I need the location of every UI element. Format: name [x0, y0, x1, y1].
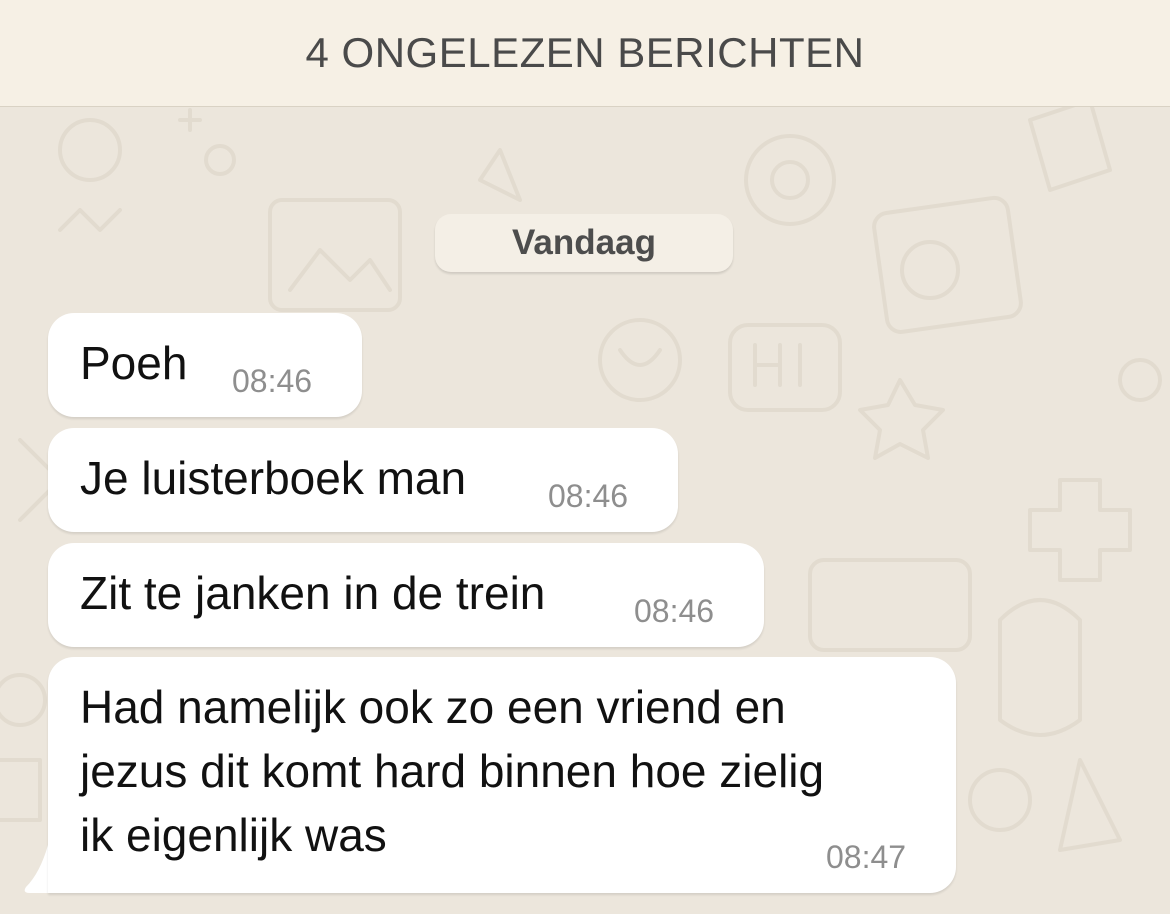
message-text-line: Had namelijk ook zo een vriend en [80, 681, 786, 733]
message-text: Poeh [80, 337, 188, 389]
message-text: Je luisterboek man [80, 452, 467, 504]
message-bubble[interactable]: Zit te janken in de trein 08:46 [48, 543, 764, 647]
date-label: Vandaag [512, 223, 656, 262]
message-timestamp: 08:47 [826, 839, 907, 875]
date-separator: Vandaag [435, 214, 733, 272]
unread-messages-banner: 4 ONGELEZEN BERICHTEN [0, 0, 1170, 107]
message-timestamp: 08:46 [634, 593, 715, 629]
message-timestamp: 08:46 [548, 478, 629, 514]
message-timestamp: 08:46 [232, 363, 313, 399]
message-bubble[interactable]: Had namelijk ook zo een vriend en jezus … [48, 657, 956, 893]
message-bubble[interactable]: Je luisterboek man 08:46 [48, 428, 678, 532]
message-text-line: jezus dit komt hard binnen hoe zielig [80, 745, 825, 797]
unread-messages-text: 4 ONGELEZEN BERICHTEN [305, 29, 865, 76]
message-text: Had namelijk ook zo een vriend en jezus … [80, 675, 824, 867]
message-text: Zit te janken in de trein [80, 567, 546, 619]
message-bubble[interactable]: Poeh 08:46 [48, 313, 362, 417]
message-text-line: ik eigenlijk was [80, 809, 387, 861]
